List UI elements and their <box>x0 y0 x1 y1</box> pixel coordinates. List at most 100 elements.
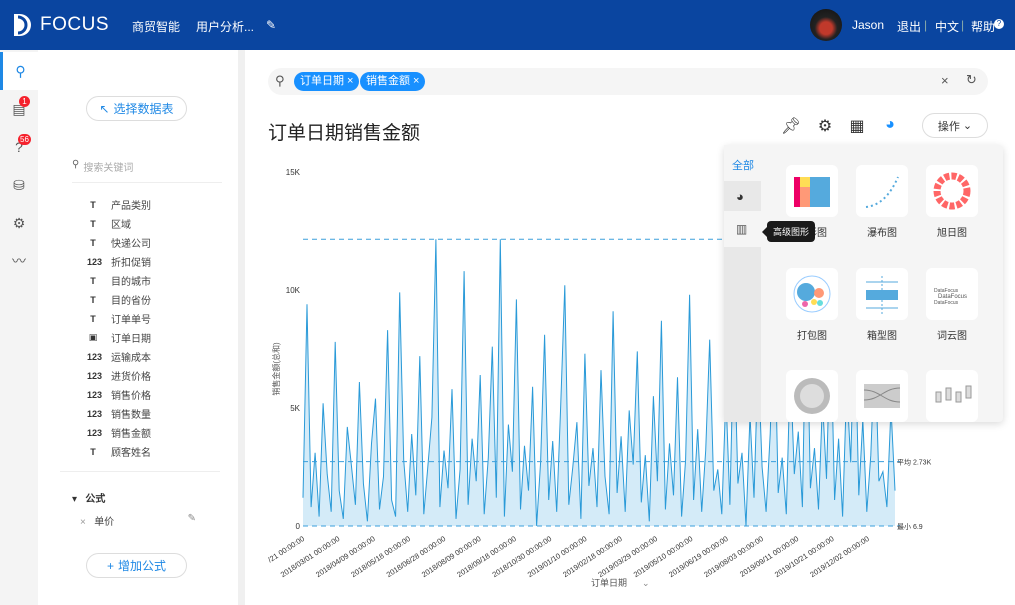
x-tick-label: 2019/02/18 00:00:00 <box>561 534 624 579</box>
search-icon[interactable]: ⚲ <box>0 52 38 90</box>
x-axis-label: 订单日期 <box>591 577 627 588</box>
divider <box>60 471 220 472</box>
pie-category-icon[interactable]: ◕ <box>736 189 744 204</box>
add-formula-button[interactable]: + 增加公式 <box>86 553 187 578</box>
gear-icon[interactable]: ⚙ <box>814 116 836 138</box>
search-token[interactable]: 销售金额 × <box>360 72 426 91</box>
x-tick-label: 2018/03/01 00:00:00 <box>279 534 342 579</box>
tab-all[interactable]: 全部 <box>732 157 754 173</box>
field-item[interactable]: T 目的省份 <box>87 292 151 308</box>
y-tick-label: 15K <box>286 168 301 177</box>
field-search-input[interactable]: ⚲ 搜索关键词 <box>72 159 222 183</box>
actions-dropdown[interactable]: 操作 ⌄ <box>922 113 988 138</box>
database-icon[interactable]: ⛁ <box>0 166 38 204</box>
field-item[interactable]: T 顾客姓名 <box>87 444 151 460</box>
chart-type-card[interactable]: DataFocus DataFocus DataFocus <box>926 268 978 320</box>
top-header: FOCUS 商贸智能 用户分析... ✎ Jason 退出 | 中文 | 帮助 … <box>0 0 1015 50</box>
chart-type-card[interactable] <box>926 370 978 422</box>
y-tick-label: 5K <box>290 404 300 413</box>
field-item[interactable]: T 产品类别 <box>87 197 151 213</box>
icon-sidebar: ⚲ ▤ 1 ? 56 ⛁ ⚙ 〰 <box>0 50 38 605</box>
field-item[interactable]: T 快递公司 <box>87 235 151 251</box>
number-type-icon: 123 <box>87 256 103 267</box>
notification-badge: 1 <box>19 96 30 107</box>
number-type-icon: 123 <box>87 370 103 381</box>
field-item[interactable]: T 订单单号 <box>87 311 151 327</box>
x-tick-label: 2019/10/21 00:00:00 <box>773 534 836 579</box>
field-item[interactable]: T 目的城市 <box>87 273 151 289</box>
help-link[interactable]: 帮助 <box>971 18 995 35</box>
y-axis-label: 销售金额(总和) <box>271 342 281 396</box>
formula-section-toggle[interactable]: ▾ 公式 <box>72 490 105 505</box>
search-icon: ⚲ <box>275 73 285 88</box>
select-table-button[interactable]: ↖ 选择数据表 <box>86 96 187 121</box>
arrow-icon: ↖ <box>99 101 110 116</box>
svg-text:DataFocus: DataFocus <box>934 300 959 306</box>
x-tick-label: 2019/08/03 00:00:00 <box>702 534 765 579</box>
number-type-icon: 123 <box>87 427 103 438</box>
chart-type-label: 词云图 <box>937 331 967 342</box>
field-item[interactable]: 123 销售价格 <box>87 387 151 403</box>
search-bar[interactable]: ⚲ 订单日期 × 销售金额 × × ↻ <box>268 68 988 95</box>
chart-type-label: 瀑布图 <box>867 228 897 239</box>
y-tick-label: 10K <box>286 286 301 295</box>
field-item[interactable]: T 区域 <box>87 216 131 232</box>
help-icon[interactable]: ? <box>994 19 1004 29</box>
trend-icon[interactable]: 〰 <box>0 242 38 280</box>
chart-type-card[interactable] <box>856 268 908 320</box>
table-icon[interactable]: ▦ <box>846 116 868 138</box>
nav-item-trade[interactable]: 商贸智能 <box>132 18 180 35</box>
text-type-icon: T <box>90 313 96 324</box>
x-tick-label: 2018/04/09 00:00:00 <box>314 534 377 579</box>
close-icon[interactable]: × <box>80 517 86 528</box>
search-token[interactable]: 订单日期 × <box>294 72 360 91</box>
edit-icon[interactable]: ✎ <box>266 18 276 32</box>
chart-type-card[interactable] <box>856 370 908 422</box>
formula-item[interactable]: × 单价 ✎ <box>80 513 196 528</box>
field-item[interactable]: 123 销售数量 <box>87 406 151 422</box>
nav-item-user-analysis[interactable]: 用户分析... <box>196 18 254 35</box>
chart-type-card[interactable] <box>786 165 838 217</box>
logout-link[interactable]: 退出 <box>897 18 921 35</box>
average-label: 平均 2.73K <box>897 458 932 467</box>
text-type-icon: T <box>90 218 96 229</box>
field-item[interactable]: 123 进货价格 <box>87 368 151 384</box>
language-link[interactable]: 中文 <box>935 18 959 35</box>
pie-chart-icon[interactable]: ◕ <box>879 116 901 138</box>
chart-type-card[interactable] <box>786 370 838 422</box>
field-item[interactable]: 123 销售金额 <box>87 425 151 441</box>
chart-type-label: 打包图 <box>797 331 827 342</box>
chart-type-card[interactable] <box>926 165 978 217</box>
chart-type-card[interactable] <box>786 268 838 320</box>
x-tick-label: 2019/01/10 00:00:00 <box>526 534 589 579</box>
search-icon: ⚲ <box>72 159 80 170</box>
dashboard-icon[interactable]: ▤ 1 <box>0 90 38 128</box>
avatar[interactable] <box>810 9 842 41</box>
x-tick-label: 2019/03/29 00:00:00 <box>596 534 659 579</box>
tooltip: 高级图形 <box>761 221 816 242</box>
settings-icon[interactable]: ⚙ <box>0 204 38 242</box>
x-tick-label: 2019/12/02 00:00:00 <box>808 534 871 579</box>
focus-logo-icon <box>14 14 31 36</box>
question-icon[interactable]: ? 56 <box>0 128 38 166</box>
chart-type-label: 旭日图 <box>937 228 967 239</box>
chart-type-card[interactable] <box>856 165 908 217</box>
date-type-icon: ▣ <box>88 332 98 342</box>
text-type-icon: T <box>90 199 96 210</box>
clear-icon[interactable]: × <box>941 73 949 88</box>
refresh-icon[interactable]: ↻ <box>966 72 977 88</box>
field-item[interactable]: ▣ 订单日期 <box>87 330 151 345</box>
edit-icon[interactable]: ✎ <box>188 513 196 524</box>
advanced-chart-icon[interactable]: ▥ <box>736 222 747 236</box>
field-item[interactable]: 123 折扣促销 <box>87 254 151 270</box>
number-type-icon: 123 <box>87 389 103 400</box>
number-type-icon: 123 <box>87 408 103 419</box>
user-name[interactable]: Jason <box>852 18 884 32</box>
pin-icon[interactable]: 📌︎ <box>780 116 802 138</box>
chevron-down-icon: ⌄ <box>642 578 650 588</box>
number-type-icon: 123 <box>87 351 103 362</box>
chart-type-label: 箱型图 <box>867 331 897 342</box>
y-tick-label: 0 <box>296 522 301 531</box>
logo[interactable]: FOCUS <box>12 12 109 38</box>
field-item[interactable]: 123 运输成本 <box>87 349 151 365</box>
